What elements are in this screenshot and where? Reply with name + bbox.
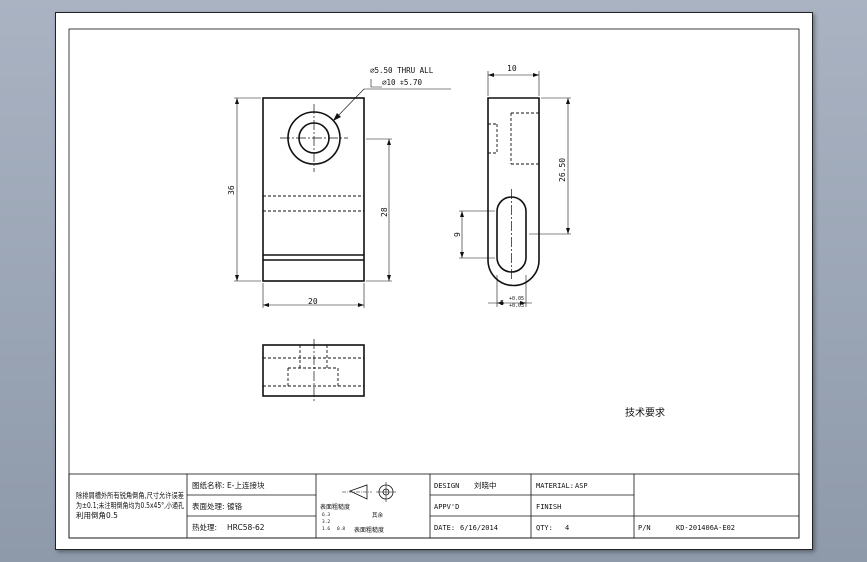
heat-treatment-value: HRC58-62 (227, 523, 265, 532)
roughness-title: 表面粗糙度 (320, 503, 350, 511)
dim-side-height: 26.50 (558, 158, 567, 182)
notes-line3: 利用倒角0.5 (76, 510, 118, 520)
design-label: DESIGN (434, 482, 459, 490)
sheet-border (68, 28, 800, 539)
roughness-other: 其余 (372, 511, 384, 519)
roughness-footer: 表面粗糙度 (354, 526, 384, 534)
date-label: DATE: (434, 524, 455, 532)
drawing-sheet: ⌀5.50 THRU ALL ⌀10 ⧧5.70 20 36 28 10 26.… (55, 12, 813, 550)
dim-width-front: 20 (308, 297, 318, 306)
dim-tol-upper: +0.05 (509, 296, 524, 302)
technical-requirements: 技术要求 (625, 406, 665, 419)
pn-label: P/N (638, 524, 651, 532)
drawing-name-value: E-上连接块 (227, 480, 265, 490)
dim-slot-height: 9 (453, 232, 462, 237)
qty-value: 4 (565, 524, 569, 532)
hole-callout-line2: ⌀10 ⧧5.70 (382, 78, 422, 87)
surface-treatment-value: 镀铬 (227, 501, 242, 511)
drawing-canvas: ⌀5.50 THRU ALL ⌀10 ⧧5.70 20 36 28 10 26.… (68, 28, 800, 539)
pn-value: KD-201406A-E02 (676, 524, 735, 532)
material-label: MATERIAL: (536, 482, 574, 490)
surface-treatment-label: 表面处理: (192, 501, 225, 511)
dim-tol-lower: +0.03 (509, 303, 524, 309)
front-view: ⌀5.50 THRU ALL ⌀10 ⧧5.70 20 36 28 (227, 66, 451, 308)
hole-callout-line1: ⌀5.50 THRU ALL (370, 66, 434, 75)
design-value: 刘晓中 (474, 480, 497, 490)
material-value: ASP (575, 482, 588, 490)
roughness-value-2: 3.2 (322, 519, 330, 525)
heat-treatment-label: 热处理: (192, 522, 217, 532)
roughness-value-3: 1.6 (322, 526, 330, 532)
dim-height-total: 36 (227, 185, 236, 195)
finish-label: FINISH (536, 503, 561, 511)
projection-symbol (342, 482, 396, 502)
side-outline (487, 97, 540, 287)
top-outline (262, 344, 365, 397)
dim-width-side: 10 (507, 64, 517, 73)
approved-label: APPV'D (434, 503, 459, 511)
qty-label: QTY: (536, 524, 553, 532)
front-outline (262, 97, 365, 282)
side-view: 10 26.50 9 5 +0.05 +0.03 (453, 64, 571, 309)
notes-line1: 除排屑槽外所有锐角倒角,尺寸允许误差 (76, 490, 184, 500)
date-value: 6/16/2014 (460, 524, 498, 532)
title-block: 除排屑槽外所有锐角倒角,尺寸允许误差 为±0.1;未注明倒角均为0.5x45°,… (68, 473, 800, 539)
roughness-value-4: 0.8 (337, 526, 345, 532)
top-view (262, 339, 365, 403)
dim-height-inner: 28 (380, 207, 389, 217)
dim-slot-width: 5 (500, 299, 504, 307)
notes-line2: 为±0.1;未注明倒角均为0.5x45°,小通孔 (76, 500, 184, 510)
drawing-name-label: 图纸名称: (192, 480, 225, 490)
roughness-value-1: 6.3 (322, 512, 330, 518)
